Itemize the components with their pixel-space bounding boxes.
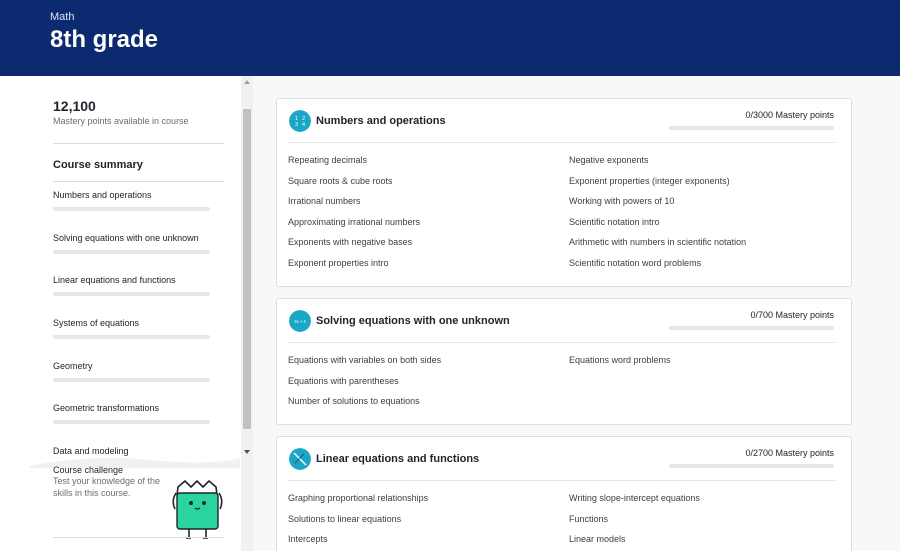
unit-card-solving-equations: 3x + 4 Solving equations with one unknow… [276, 298, 852, 425]
unit-progress-bar [53, 420, 210, 424]
svg-text:3x + 4: 3x + 4 [294, 319, 306, 324]
course-challenge-title[interactable]: Course challenge [53, 465, 203, 475]
unit-progress-bar [53, 292, 210, 296]
skills-column: Writing slope-intercept equations Functi… [569, 492, 700, 551]
skill-link[interactable]: Irrational numbers [288, 195, 420, 216]
card-divider [288, 342, 836, 343]
sidebar-unit-label: Numbers and operations [53, 190, 152, 200]
sidebar-unit-geometry[interactable]: Geometry [53, 361, 213, 382]
course-sidebar: 12,100 Mastery points available in cours… [0, 76, 252, 551]
sidebar-unit-geometric-transformations[interactable]: Geometric transformations [53, 403, 213, 424]
skills-column: Negative exponents Exponent properties (… [569, 154, 746, 278]
skill-link[interactable]: Scientific notation intro [569, 216, 746, 237]
unit-title[interactable]: Numbers and operations [316, 115, 446, 127]
sidebar-unit-label: Systems of equations [53, 318, 140, 328]
skill-link[interactable]: Equations with variables on both sides [288, 354, 441, 375]
unit-progress-bar [53, 378, 210, 382]
skill-link[interactable]: Square roots & cube roots [288, 175, 420, 196]
skill-link[interactable]: Negative exponents [569, 154, 746, 175]
sidebar-unit-label: Geometry [53, 361, 93, 371]
skill-link[interactable]: Working with powers of 10 [569, 195, 746, 216]
sidebar-divider [53, 181, 224, 182]
sidebar-unit-linear-equations[interactable]: Linear equations and functions [53, 275, 213, 296]
subject-label[interactable]: Math [50, 11, 74, 23]
skills-column: Equations word problems [569, 354, 671, 375]
skill-link[interactable]: Arithmetic with numbers in scientific no… [569, 236, 746, 257]
scroll-down-icon[interactable] [244, 450, 250, 454]
unit-progress-bar [53, 207, 210, 211]
svg-text:3: 3 [295, 122, 298, 128]
sidebar-unit-systems-of-equations[interactable]: Systems of equations [53, 318, 213, 339]
unit-card-numbers-and-operations: 1 2 3 4 Numbers and operations 0/3000 Ma… [276, 98, 852, 287]
skills-column: Equations with variables on both sides E… [288, 354, 441, 416]
mascot-icon [172, 480, 223, 539]
skill-link[interactable]: Number of solutions to equations [288, 395, 441, 416]
course-summary-title: Course summary [53, 159, 143, 171]
sidebar-unit-solving-equations[interactable]: Solving equations with one unknown [53, 233, 213, 254]
page-title: 8th grade [50, 26, 159, 53]
sidebar-divider [53, 537, 224, 538]
skill-link[interactable]: Exponents with negative bases [288, 236, 420, 257]
mastery-progress-bar [669, 464, 834, 468]
card-divider [288, 142, 836, 143]
course-header: Math 8th grade [0, 0, 900, 76]
unit-title[interactable]: Solving equations with one unknown [316, 315, 510, 327]
skill-link[interactable]: Solutions to linear equations [288, 513, 428, 534]
sidebar-scrollbar[interactable] [241, 76, 253, 551]
sidebar-unit-numbers-and-operations[interactable]: Numbers and operations [53, 190, 213, 211]
sidebar-divider [53, 143, 224, 144]
skill-link[interactable]: Linear models [569, 533, 700, 551]
mastery-points-count: 0/700 Mastery points [750, 310, 834, 320]
unit-progress-bar [53, 250, 210, 254]
skill-link[interactable]: Graphing proportional relationships [288, 492, 428, 513]
mastery-points-count: 0/3000 Mastery points [745, 110, 834, 120]
mastery-points-label: Mastery points available in course [53, 116, 189, 126]
skill-link[interactable]: Functions [569, 513, 700, 534]
unit-title[interactable]: Linear equations and functions [316, 453, 479, 465]
course-challenge-description: Test your knowledge of the skills in thi… [53, 476, 161, 498]
main-content: 1 2 3 4 Numbers and operations 0/3000 Ma… [262, 76, 900, 551]
skill-link[interactable]: Exponent properties intro [288, 257, 420, 278]
scrollbar-thumb[interactable] [243, 109, 251, 429]
skill-link[interactable]: Writing slope-intercept equations [569, 492, 700, 513]
skill-link[interactable]: Intercepts [288, 533, 428, 551]
sidebar-unit-label: Solving equations with one unknown [53, 233, 199, 243]
scroll-up-icon[interactable] [244, 80, 250, 84]
skill-link[interactable]: Equations with parentheses [288, 375, 441, 396]
numbers-icon: 1 2 3 4 [289, 110, 311, 132]
mastery-points-count: 0/2700 Mastery points [745, 448, 834, 458]
mastery-progress-bar [669, 326, 834, 330]
mastery-points-value: 12,100 [53, 98, 96, 114]
card-divider [288, 480, 836, 481]
sidebar-unit-label: Geometric transformations [53, 403, 160, 413]
skill-link[interactable]: Exponent properties (integer exponents) [569, 175, 746, 196]
equation-icon: 3x + 4 [289, 310, 311, 332]
mastery-progress-bar [669, 126, 834, 130]
skills-column: Graphing proportional relationships Solu… [288, 492, 428, 551]
skill-link[interactable]: Repeating decimals [288, 154, 420, 175]
skill-link[interactable]: Equations word problems [569, 354, 671, 375]
unit-progress-bar [53, 335, 210, 339]
linear-graph-icon [289, 448, 311, 470]
skills-column: Repeating decimals Square roots & cube r… [288, 154, 420, 278]
unit-card-linear-equations: Linear equations and functions 0/2700 Ma… [276, 436, 852, 551]
skill-link[interactable]: Scientific notation word problems [569, 257, 746, 278]
svg-text:4: 4 [302, 122, 305, 128]
skill-link[interactable]: Approximating irrational numbers [288, 216, 420, 237]
sidebar-unit-label: Linear equations and functions [53, 275, 176, 285]
